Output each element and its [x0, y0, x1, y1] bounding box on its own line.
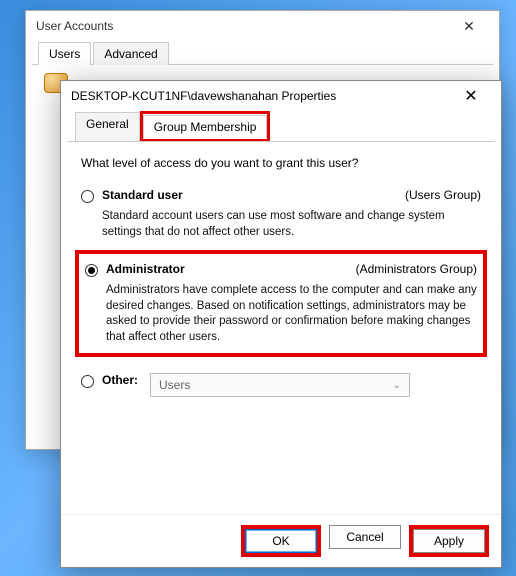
close-icon[interactable]: ✕	[449, 18, 489, 35]
standard-label: Standard user	[102, 188, 183, 202]
highlight-annotation: OK	[241, 525, 321, 557]
radio-other[interactable]	[81, 375, 94, 388]
tab-advanced[interactable]: Advanced	[93, 42, 168, 65]
admin-label: Administrator	[106, 262, 185, 276]
highlight-annotation: Apply	[409, 525, 489, 557]
highlight-annotation: Administrator (Administrators Group) Adm…	[75, 250, 487, 357]
admin-group: (Administrators Group)	[356, 262, 477, 276]
cancel-button[interactable]: Cancel	[329, 525, 401, 549]
admin-description: Administrators have complete access to t…	[106, 283, 477, 345]
option-administrator[interactable]: Administrator (Administrators Group)	[85, 258, 477, 281]
tab-users[interactable]: Users	[38, 42, 91, 65]
close-icon[interactable]: ✕	[451, 86, 491, 106]
standard-description: Standard account users can use most soft…	[102, 209, 481, 240]
radio-administrator[interactable]	[85, 264, 98, 277]
window-title: User Accounts	[36, 19, 113, 33]
dialog-title: DESKTOP-KCUT1NF\davewshanahan Properties	[71, 89, 336, 103]
highlight-annotation: Group Membership	[140, 111, 271, 141]
parent-tab-strip: Users Advanced	[32, 41, 493, 65]
access-prompt: What level of access do you want to gran…	[81, 156, 481, 170]
dialog-titlebar: DESKTOP-KCUT1NF\davewshanahan Properties…	[61, 81, 501, 111]
dialog-footer: OK Cancel Apply	[61, 514, 501, 567]
apply-button[interactable]: Apply	[413, 529, 485, 553]
standard-group: (Users Group)	[405, 188, 481, 202]
tab-general[interactable]: General	[75, 112, 140, 142]
radio-standard[interactable]	[81, 190, 94, 203]
properties-dialog: DESKTOP-KCUT1NF\davewshanahan Properties…	[60, 80, 502, 568]
dialog-tab-strip: General Group Membership	[67, 111, 495, 142]
select-value: Users	[159, 378, 190, 392]
option-other[interactable]: Other: Users ⌄	[81, 369, 481, 401]
dialog-body: What level of access do you want to gran…	[61, 142, 501, 514]
chevron-down-icon: ⌄	[393, 380, 401, 391]
option-standard-user[interactable]: Standard user (Users Group)	[81, 184, 481, 207]
ok-button[interactable]: OK	[245, 529, 317, 553]
other-label: Other:	[102, 373, 138, 387]
window-titlebar: User Accounts ✕	[26, 11, 499, 41]
other-group-select[interactable]: Users ⌄	[150, 373, 410, 397]
tab-group-membership[interactable]: Group Membership	[143, 115, 268, 139]
